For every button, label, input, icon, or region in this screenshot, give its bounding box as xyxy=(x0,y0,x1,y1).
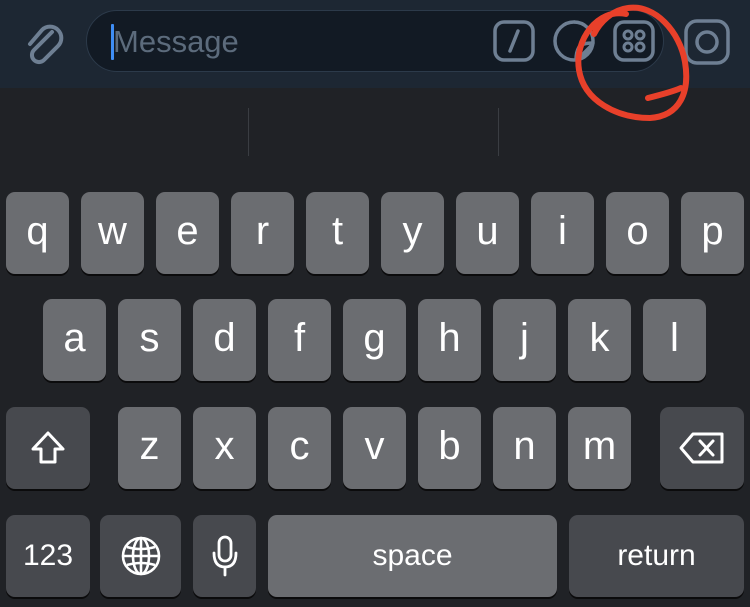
key-u[interactable]: u xyxy=(456,192,519,274)
key-t[interactable]: t xyxy=(306,192,369,274)
delete-key[interactable] xyxy=(660,407,744,489)
key-label: d xyxy=(213,316,236,360)
key-l[interactable]: l xyxy=(643,299,706,381)
key-a[interactable]: a xyxy=(43,299,106,381)
message-composer: Message xyxy=(0,0,750,88)
mini-apps-grid-icon[interactable] xyxy=(613,20,655,62)
key-f[interactable]: f xyxy=(268,299,331,381)
key-label: c xyxy=(289,424,310,468)
shift-key[interactable] xyxy=(6,407,90,489)
key-r[interactable]: r xyxy=(231,192,294,274)
suggestion-divider xyxy=(498,108,499,156)
suggestion-divider xyxy=(248,108,249,156)
key-label: j xyxy=(520,316,529,360)
key-d[interactable]: d xyxy=(193,299,256,381)
key-label: l xyxy=(670,316,679,360)
key-c[interactable]: c xyxy=(268,407,331,489)
key-m[interactable]: m xyxy=(568,407,631,489)
key-label: q xyxy=(26,209,49,253)
key-label: g xyxy=(363,316,386,360)
camera-icon[interactable] xyxy=(683,18,731,66)
key-label: o xyxy=(626,209,649,253)
globe-key[interactable] xyxy=(100,515,181,597)
key-s[interactable]: s xyxy=(118,299,181,381)
microphone-icon xyxy=(212,535,237,577)
key-h[interactable]: h xyxy=(418,299,481,381)
numbers-key-label: 123 xyxy=(22,539,74,572)
sticker-icon[interactable] xyxy=(552,19,596,63)
key-label: u xyxy=(476,209,499,253)
space-key-label: space xyxy=(372,539,453,572)
key-label: e xyxy=(176,209,199,253)
slash-command-icon[interactable] xyxy=(493,20,535,62)
key-q[interactable]: q xyxy=(6,192,69,274)
key-j[interactable]: j xyxy=(493,299,556,381)
key-label: v xyxy=(364,424,385,468)
dictation-key[interactable] xyxy=(193,515,256,597)
key-z[interactable]: z xyxy=(118,407,181,489)
key-label: z xyxy=(139,424,160,468)
globe-icon xyxy=(121,536,160,576)
key-label: h xyxy=(438,316,461,360)
shift-arrow-icon xyxy=(31,431,65,464)
backspace-icon xyxy=(679,432,724,464)
key-label: x xyxy=(214,424,235,468)
paperclip-icon[interactable] xyxy=(16,16,70,70)
predictive-suggestion-bar xyxy=(0,88,750,178)
key-label: t xyxy=(331,209,344,253)
key-b[interactable]: b xyxy=(418,407,481,489)
key-label: i xyxy=(558,209,567,253)
key-label: y xyxy=(402,209,423,253)
key-label: f xyxy=(293,316,306,360)
return-key-label: return xyxy=(617,539,696,572)
key-label: a xyxy=(63,316,86,360)
key-w[interactable]: w xyxy=(81,192,144,274)
return-key[interactable]: return xyxy=(569,515,744,597)
key-label: r xyxy=(255,209,270,253)
key-label: k xyxy=(589,316,610,360)
numbers-key[interactable]: 123 xyxy=(6,515,90,597)
space-key[interactable]: space xyxy=(268,515,557,597)
key-label: s xyxy=(139,316,160,360)
key-i[interactable]: i xyxy=(531,192,594,274)
message-placeholder: Message xyxy=(113,24,239,59)
key-n[interactable]: n xyxy=(493,407,556,489)
key-label: b xyxy=(438,424,461,468)
key-p[interactable]: p xyxy=(681,192,744,274)
key-o[interactable]: o xyxy=(606,192,669,274)
key-v[interactable]: v xyxy=(343,407,406,489)
key-label: n xyxy=(513,424,536,468)
key-x[interactable]: x xyxy=(193,407,256,489)
key-e[interactable]: e xyxy=(156,192,219,274)
key-label: p xyxy=(701,209,724,253)
key-k[interactable]: k xyxy=(568,299,631,381)
key-y[interactable]: y xyxy=(381,192,444,274)
key-label: m xyxy=(582,424,617,468)
key-label: w xyxy=(98,209,127,253)
key-g[interactable]: g xyxy=(343,299,406,381)
